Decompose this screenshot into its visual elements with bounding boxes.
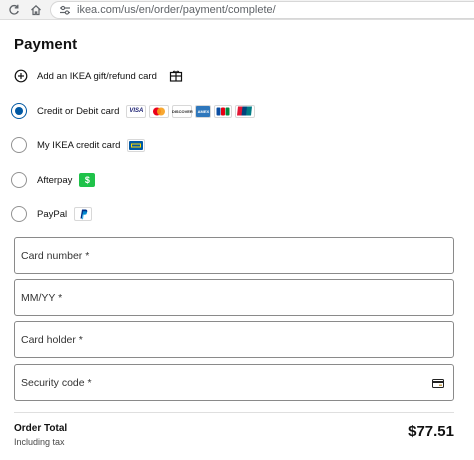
plus-circle-icon (14, 69, 28, 83)
payment-option-afterpay[interactable]: Afterpay $ (11, 171, 96, 189)
ikea-card-logo-wrap (127, 138, 146, 152)
divider (14, 412, 454, 413)
payment-option-label: My IKEA credit card (37, 139, 121, 151)
including-tax-label: Including tax (14, 437, 65, 447)
card-holder-field[interactable]: Card holder * (14, 321, 454, 358)
card-cvv-icon (432, 379, 444, 388)
card-logos: VISA DISCOVER AMEX (126, 104, 256, 118)
unionpay-logo (235, 104, 256, 118)
jcb-logo (214, 104, 233, 118)
add-gift-card-label: Add an IKEA gift/refund card (37, 70, 157, 82)
security-code-field[interactable]: Security code * (14, 364, 454, 401)
order-total-amount: $77.51 (408, 423, 454, 440)
gift-card-icon (169, 70, 182, 82)
card-holder-label: Card holder * (21, 334, 83, 346)
afterpay-logo-wrap: $ (79, 173, 96, 187)
mastercard-logo (149, 104, 170, 118)
payment-option-credit-card[interactable]: Credit or Debit card VISA DISCOVER AMEX (11, 102, 256, 120)
radio-afterpay[interactable] (11, 172, 27, 188)
radio-ikea-credit-card[interactable] (11, 137, 27, 153)
payment-option-label: PayPal (37, 208, 68, 220)
expiry-label: MM/YY * (21, 292, 63, 304)
url-text: ikea.com/us/en/order/payment/complete/ (77, 4, 276, 16)
security-code-label: Security code * (21, 377, 92, 389)
address-bar[interactable]: ikea.com/us/en/order/payment/complete/ (50, 1, 474, 19)
payment-option-label: Afterpay (37, 174, 73, 186)
site-settings-icon[interactable] (59, 4, 71, 16)
refresh-icon[interactable] (6, 2, 22, 18)
order-total-label: Order Total (14, 423, 68, 434)
radio-credit-card[interactable] (11, 103, 27, 119)
afterpay-logo: $ (79, 173, 96, 187)
add-gift-card-button[interactable]: Add an IKEA gift/refund card (14, 68, 183, 84)
payment-option-ikea-credit-card[interactable]: My IKEA credit card (11, 136, 146, 154)
ikea-card-logo (127, 138, 146, 152)
discover-logo: DISCOVER (172, 104, 193, 118)
card-number-field[interactable]: Card number * (14, 237, 454, 274)
payment-option-paypal[interactable]: PayPal (11, 205, 93, 223)
browser-toolbar: ikea.com/us/en/order/payment/complete/ (0, 0, 474, 20)
expiry-field[interactable]: MM/YY * (14, 279, 454, 316)
visa-logo: VISA (126, 104, 147, 118)
page-title: Payment (14, 36, 78, 53)
amex-logo: AMEX (195, 104, 212, 118)
home-icon[interactable] (28, 2, 44, 18)
paypal-logo-wrap (74, 207, 93, 221)
radio-paypal[interactable] (11, 206, 27, 222)
paypal-logo (74, 207, 93, 221)
card-number-label: Card number * (21, 250, 90, 262)
payment-option-label: Credit or Debit card (37, 105, 120, 117)
